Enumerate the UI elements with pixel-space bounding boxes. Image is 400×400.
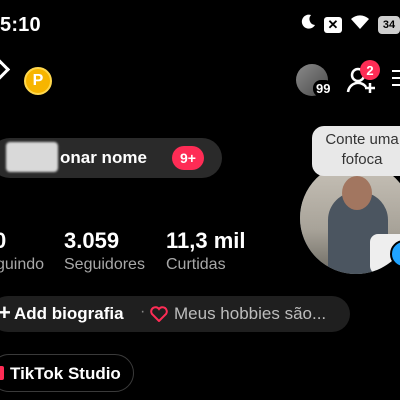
following-count: 0 [0, 228, 7, 253]
plus-icon: + [0, 300, 11, 325]
note-bubble[interactable]: Conte uma fofoca [312, 126, 400, 176]
likes-count: 11,3 mil [166, 228, 246, 253]
followers-count: 3.059 [64, 228, 120, 253]
hobbies-text: Meus hobbies são... [174, 304, 327, 323]
battery-icon: 34 [378, 15, 400, 34]
status-icons: ✕ 34 [300, 14, 400, 35]
wifi-icon [350, 14, 370, 35]
menu-icon[interactable] [392, 70, 400, 91]
studio-icon [0, 366, 4, 380]
profile-photo[interactable] [298, 160, 400, 276]
name-text: onar nome [60, 148, 147, 167]
name-badge: 9+ [172, 146, 204, 170]
studio-label: TikTok Studio [10, 364, 121, 383]
likes-label: Curtidas [166, 256, 226, 273]
friend-count-badge: 99 [313, 80, 334, 97]
close-box-icon: ✕ [324, 16, 342, 33]
moon-icon [300, 14, 316, 35]
notification-badge: 2 [360, 60, 380, 80]
chevron-icon[interactable] [0, 58, 11, 81]
status-time: 5:10 [0, 14, 41, 36]
coin-icon[interactable]: P [24, 67, 52, 95]
separator-dot: · [140, 303, 146, 320]
followers-label: Seguidores [64, 256, 145, 273]
redacted-name [6, 142, 58, 172]
add-bio-label: Add biografia [14, 304, 124, 323]
heart-icon [150, 306, 168, 327]
following-label: guindo [0, 256, 45, 273]
